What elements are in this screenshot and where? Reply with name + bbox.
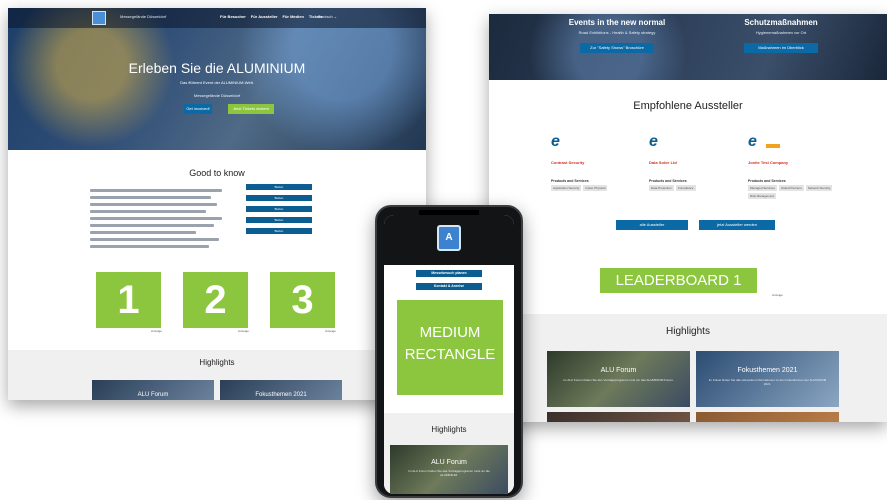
premium-badge <box>766 144 780 148</box>
exhibitor-tag: Risk Management <box>748 193 777 199</box>
highlights-title: Highlights <box>431 425 467 434</box>
good-to-know-text <box>90 189 222 252</box>
exhibitor-tags: Application Security Cyber Physical <box>551 185 641 191</box>
hero-venue: Messegelände Düsseldorf <box>193 93 241 98</box>
left-desktop-mockup: Messegelände Düsseldorf Für Besucher Für… <box>8 8 426 400</box>
exhibitor-tags: Data Protection Compliance <box>649 185 739 191</box>
exhibitor-name[interactable]: Contrast Security <box>551 160 641 165</box>
highlight-tile-alu-forum[interactable]: ALU Forum <box>92 380 214 400</box>
massnahmen-button[interactable]: Maßnahmen im Überblick <box>744 43 818 53</box>
exhibitor-logo-icon: e <box>649 133 658 150</box>
ad-caption: Anzeige <box>772 293 783 297</box>
nav-item-aussteller[interactable]: Für Aussteller <box>251 14 278 19</box>
good-to-know-buttons: Button Button Button Button Button <box>246 184 312 239</box>
nav-menu: Für Besucher Für Aussteller Für Medien T… <box>220 14 323 19</box>
hero-subtitle: Das fführent Event der ALUMINIUM-Welt. <box>180 80 254 85</box>
leaderboard-ad[interactable]: LEADERBOARD 1 <box>600 268 757 293</box>
events-subtitle: Road Exhibitions - Health & Safety strat… <box>578 30 656 35</box>
highlights-title: Highlights <box>199 358 235 367</box>
phone-screen: A Messebesuch planen Kontakt & Anreise M… <box>384 215 514 494</box>
tile-title: ALU Forum <box>431 459 467 466</box>
tile-description: Im ALU Forum finden Sie den Vortragsprog… <box>563 378 674 382</box>
tile-description: Im Fokus finden Sie alle relevanten Info… <box>708 378 827 386</box>
tile-description: Im ALU Forum finden Sie das Vortragsprog… <box>408 469 490 477</box>
info-button[interactable]: Button <box>246 195 312 201</box>
aluminium-logo-icon[interactable]: A <box>437 225 461 251</box>
language-select[interactable]: Deutsch ⌄ <box>318 14 337 19</box>
info-button[interactable]: Button <box>246 184 312 190</box>
exhibitor-tags: Managed Services Global Partners Network… <box>748 185 838 199</box>
hero-title: Erleben Sie die ALUMINIUM <box>128 60 306 76</box>
exhibitor-card[interactable]: e Contrast Security Products and Service… <box>551 134 641 191</box>
events-title: Events in the new normal <box>568 18 666 27</box>
schutz-title: Schutzmaßnahmen <box>744 18 818 27</box>
left-nav-bar: Messegelände Düsseldorf Für Besucher Für… <box>8 8 426 28</box>
tile-title: ALU Forum <box>600 367 637 374</box>
ad-line: RECTANGLE <box>404 346 496 363</box>
nav-item-besucher[interactable]: Für Besucher <box>220 14 246 19</box>
highlight-tile-alu-forum[interactable]: ALU Forum Im ALU Forum finden Sie das Vo… <box>390 445 508 494</box>
exhibitor-tag: Cyber Physical <box>583 185 608 191</box>
highlight-tile-fokusthemen[interactable]: Fokusthemen 2021 <box>220 380 342 400</box>
all-exhibitors-button[interactable]: alle Aussteller <box>616 220 688 230</box>
tile-title: Fokusthemen 2021 <box>737 367 798 374</box>
left-highlights-section: Highlights ALU Forum Fokusthemen 2021 <box>8 350 426 400</box>
exhibitor-name[interactable]: Jonite Test Company <box>748 160 838 165</box>
exhibitor-ps-label: Products and Services <box>649 179 687 183</box>
info-button[interactable]: Button <box>246 217 312 223</box>
phone-highlights-section: Highlights ALU Forum Im ALU Forum finden… <box>384 413 514 494</box>
highlight-tile-alu-forum[interactable]: ALU Forum Im ALU Forum finden Sie den Vo… <box>547 351 690 407</box>
schutz-subtitle: Hygienemaßnahmen vor Ort <box>755 30 807 35</box>
become-exhibitor-button[interactable]: jetzt Aussteller werden <box>699 220 775 230</box>
exhibitor-tag: Managed Services <box>748 185 777 191</box>
info-button[interactable]: Button <box>246 228 312 234</box>
exhibitor-tag: Compliance <box>675 185 696 191</box>
exhibitor-tag: Application Security <box>551 185 582 191</box>
exhibitor-name[interactable]: Data Solve Ltd <box>649 160 739 165</box>
phone-mockup: A Messebesuch planen Kontakt & Anreise M… <box>375 205 523 498</box>
ad-box-2[interactable]: 2 <box>183 272 248 328</box>
highlights-title: Highlights <box>666 326 710 337</box>
exhibitor-tag: Data Protection <box>649 185 674 191</box>
nav-tagline: Messegelände Düsseldorf <box>120 14 167 19</box>
ad-caption: Anzeige <box>325 329 336 333</box>
exhibitor-logo-icon: e <box>748 133 757 150</box>
safety-shows-button[interactable]: Zur "Safety Shows" Broschüre <box>580 43 654 53</box>
ad-line: MEDIUM <box>419 324 481 341</box>
hero-column-events: Events in the new normal Road Exhibition… <box>557 18 677 54</box>
recommended-exhibitors-title: Empfohlene Aussteller <box>633 100 743 112</box>
medium-rectangle-ad[interactable]: MEDIUM RECTANGLE <box>397 300 503 395</box>
exhibitor-ps-label: Products and Services <box>748 179 786 183</box>
highlight-tile[interactable] <box>696 412 839 422</box>
exhibitor-card[interactable]: e Jonite Test Company Products and Servi… <box>748 134 838 199</box>
phone-header: A <box>384 215 514 265</box>
ad-box-3[interactable]: 3 <box>270 272 335 328</box>
exhibitor-tag: Network Security <box>805 185 833 191</box>
highlight-tile[interactable] <box>547 412 690 422</box>
info-button[interactable]: Button <box>246 206 312 212</box>
ad-box-1[interactable]: 1 <box>96 272 161 328</box>
exhibitor-logo-icon: e <box>551 133 560 150</box>
good-to-know-title: Good to know <box>189 168 245 178</box>
left-hero: Messegelände Düsseldorf Für Besucher Für… <box>8 8 426 150</box>
nav-item-medien[interactable]: Für Medien <box>283 14 304 19</box>
highlight-tile-fokusthemen[interactable]: Fokusthemen 2021 Im Fokus finden Sie all… <box>696 351 839 407</box>
right-hero: Events in the new normal Road Exhibition… <box>489 14 887 80</box>
hero-column-schutz: Schutzmaßnahmen Hygienemaßnahmen vor Ort… <box>721 18 841 54</box>
contact-button[interactable]: Kontakt & Anreise <box>416 283 482 290</box>
ad-caption: Anzeige <box>238 329 249 333</box>
right-desktop-mockup: Events in the new normal Road Exhibition… <box>489 14 887 422</box>
tickets-button[interactable]: Jetzt Tickets sichern <box>228 104 274 114</box>
right-highlights-section: Highlights ALU Forum Im ALU Forum finden… <box>489 314 887 422</box>
get-involved-button[interactable]: Get involved! <box>184 104 212 114</box>
plan-visit-button[interactable]: Messebesuch planen <box>416 270 482 277</box>
exhibitor-ps-label: Products and Services <box>551 179 589 183</box>
ad-caption: Anzeige <box>151 329 162 333</box>
aluminium-logo-icon[interactable] <box>92 11 106 25</box>
exhibitor-card[interactable]: e Data Solve Ltd Products and Services D… <box>649 134 739 191</box>
exhibitor-tag: Global Partners <box>778 185 804 191</box>
